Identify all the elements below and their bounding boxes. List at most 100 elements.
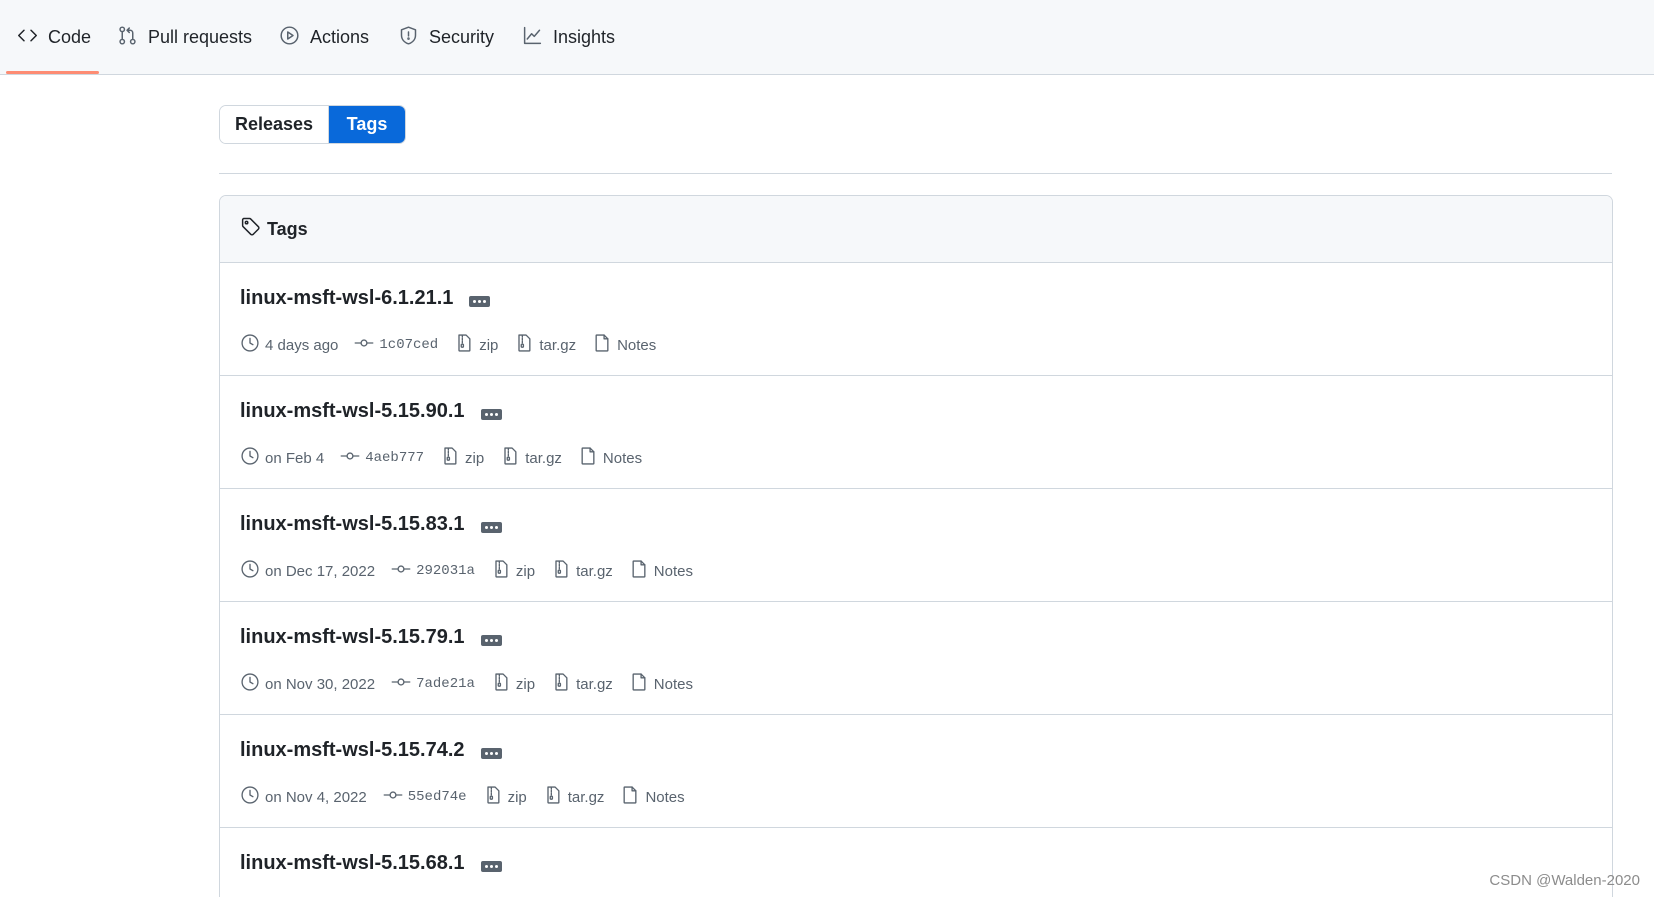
commit-sha: 1c07ced <box>379 337 439 353</box>
tags-box-header: Tags <box>220 196 1612 263</box>
targz-label: tar.gz <box>567 788 605 806</box>
tag-date-text: on Feb 4 <box>265 449 325 467</box>
tag-meta: on Feb 4 4aeb777 zip tar.gz Notes <box>240 446 658 470</box>
notes-link[interactable]: Notes <box>578 446 642 470</box>
tags-box: Tags linux-msft-wsl-6.1.21.1 4 days ago … <box>219 195 1613 897</box>
tag-name-link[interactable]: linux-msft-wsl-5.15.74.2 <box>240 739 465 762</box>
repo-nav: Code Pull requests Actions Security Insi… <box>0 0 1654 75</box>
notes-link[interactable]: Notes <box>620 785 685 809</box>
tag-meta: on Nov 30, 2022 7ade21a zip tar.gz Notes <box>240 672 709 696</box>
ellipsis-button[interactable] <box>480 861 502 872</box>
tab-security[interactable]: Security <box>398 0 494 75</box>
notes-link[interactable]: Notes <box>629 559 693 583</box>
notes-label: Notes <box>602 449 643 467</box>
tag-date-text: on Dec 17, 2022 <box>265 562 376 580</box>
targz-label: tar.gz <box>525 449 562 467</box>
commit-sha: 4aeb777 <box>365 450 425 466</box>
tag-name-link[interactable]: linux-msft-wsl-5.15.83.1 <box>240 513 465 536</box>
file-zip-icon <box>491 559 511 583</box>
tag-title-line: linux-msft-wsl-5.15.74.2 <box>240 739 502 762</box>
tab-code[interactable]: Code <box>17 0 91 75</box>
tag-date: 4 days ago <box>240 333 338 357</box>
targz-download-link[interactable]: tar.gz <box>551 672 613 696</box>
tag-list: linux-msft-wsl-6.1.21.1 4 days ago 1c07c… <box>220 263 1612 897</box>
tab-actions-label: Actions <box>310 27 370 47</box>
targz-download-link[interactable]: tar.gz <box>500 446 562 470</box>
ellipsis-button[interactable] <box>480 409 502 420</box>
zip-download-link[interactable]: zip <box>491 672 535 696</box>
tag-title-line: linux-msft-wsl-5.15.90.1 <box>240 400 502 423</box>
commit-link[interactable]: 292031a <box>391 559 475 583</box>
tag-date-text: on Nov 4, 2022 <box>265 788 367 806</box>
graph-icon <box>522 25 543 51</box>
git-commit-icon <box>354 333 374 357</box>
clock-icon <box>240 785 260 809</box>
tab-pull-requests[interactable]: Pull requests <box>117 0 252 75</box>
commit-sha: 55ed74e <box>407 789 467 805</box>
ellipsis-button[interactable] <box>469 296 491 307</box>
file-zip-icon <box>551 559 571 583</box>
file-icon <box>629 559 649 583</box>
ellipsis-button[interactable] <box>480 748 502 759</box>
tab-insights[interactable]: Insights <box>522 0 615 75</box>
section-divider <box>219 173 1612 174</box>
releases-button[interactable]: Releases <box>220 106 329 143</box>
tab-actions[interactable]: Actions <box>279 0 369 75</box>
tag-icon <box>240 216 261 242</box>
git-commit-icon <box>391 559 411 583</box>
file-zip-icon <box>483 785 503 809</box>
tag-date: on Nov 4, 2022 <box>240 785 367 809</box>
releases-tags-toggle: Releases Tags <box>219 105 406 144</box>
targz-label: tar.gz <box>576 562 613 580</box>
tag-name-link[interactable]: linux-msft-wsl-5.15.79.1 <box>240 626 465 649</box>
notes-link[interactable]: Notes <box>629 672 693 696</box>
watermark: CSDN @Walden-2020 <box>1489 872 1640 889</box>
file-zip-icon <box>514 333 534 357</box>
ellipsis-button[interactable] <box>480 522 502 533</box>
zip-label: zip <box>515 675 536 693</box>
file-icon <box>578 446 598 470</box>
file-zip-icon <box>543 785 563 809</box>
notes-label: Notes <box>645 788 685 806</box>
tags-button[interactable]: Tags <box>329 106 405 143</box>
ellipsis-button[interactable] <box>480 635 502 646</box>
zip-download-link[interactable]: zip <box>483 785 527 809</box>
tab-security-label: Security <box>429 27 495 47</box>
tag-row: linux-msft-wsl-5.15.74.2 on Nov 4, 2022 … <box>220 715 1612 828</box>
tag-row: linux-msft-wsl-5.15.90.1 on Feb 4 4aeb77… <box>220 376 1612 489</box>
tag-title-line: linux-msft-wsl-5.15.83.1 <box>240 513 502 536</box>
zip-label: zip <box>465 449 485 467</box>
code-icon <box>17 25 38 51</box>
targz-download-link[interactable]: tar.gz <box>551 559 613 583</box>
git-commit-icon <box>383 785 403 809</box>
tag-name-link[interactable]: linux-msft-wsl-5.15.68.1 <box>240 852 465 875</box>
tag-name-link[interactable]: linux-msft-wsl-6.1.21.1 <box>240 287 453 310</box>
tag-name-link[interactable]: linux-msft-wsl-5.15.90.1 <box>240 400 465 423</box>
tag-meta: 4 days ago 1c07ced zip tar.gz Notes <box>240 333 672 357</box>
targz-download-link[interactable]: tar.gz <box>543 785 605 809</box>
clock-icon <box>240 672 260 696</box>
tag-date-text: on Nov 30, 2022 <box>265 675 376 693</box>
tag-row: linux-msft-wsl-6.1.21.1 4 days ago 1c07c… <box>220 263 1612 376</box>
targz-download-link[interactable]: tar.gz <box>514 333 576 357</box>
notes-label: Notes <box>617 336 657 354</box>
shield-icon <box>398 25 419 51</box>
commit-link[interactable]: 4aeb777 <box>340 446 424 470</box>
zip-download-link[interactable]: zip <box>440 446 484 470</box>
clock-icon <box>240 446 260 470</box>
targz-label: tar.gz <box>539 336 577 354</box>
zip-download-link[interactable]: zip <box>454 333 498 357</box>
notes-link[interactable]: Notes <box>592 333 656 357</box>
file-zip-icon <box>500 446 520 470</box>
zip-download-link[interactable]: zip <box>491 559 535 583</box>
tag-title-line: linux-msft-wsl-5.15.79.1 <box>240 626 502 649</box>
commit-sha: 292031a <box>416 563 475 579</box>
zip-label: zip <box>507 788 527 806</box>
commit-link[interactable]: 1c07ced <box>354 333 438 357</box>
tag-date-text: 4 days ago <box>265 336 339 354</box>
commit-link[interactable]: 55ed74e <box>383 785 467 809</box>
tab-code-label: Code <box>48 27 92 47</box>
file-zip-icon <box>491 672 511 696</box>
commit-link[interactable]: 7ade21a <box>391 672 475 696</box>
play-icon <box>279 25 300 51</box>
